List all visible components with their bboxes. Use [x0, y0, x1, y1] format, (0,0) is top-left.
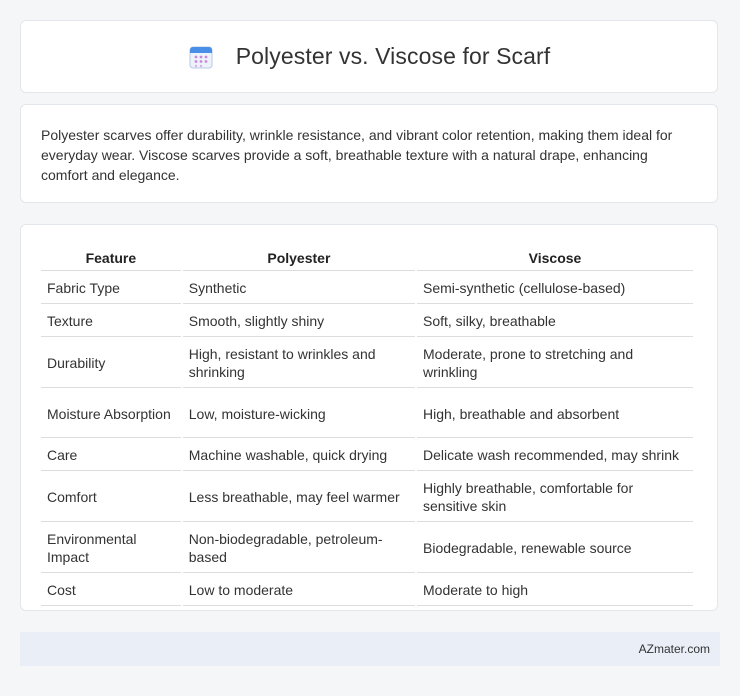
- polyester-cell: Low, moisture-wicking: [182, 390, 415, 438]
- table-row: Moisture Absorption Low, moisture-wickin…: [41, 390, 693, 438]
- polyester-cell: Smooth, slightly shiny: [182, 306, 415, 337]
- page-title: Polyester vs. Viscose for Scarf: [235, 43, 551, 69]
- footer: AZmater.com: [20, 632, 720, 666]
- intro-paragraph: Polyester scarves offer durability, wrin…: [41, 127, 673, 183]
- polyester-cell: High, resistant to wrinkles and shrinkin…: [182, 339, 415, 388]
- feature-cell: Cost: [41, 575, 181, 606]
- viscose-cell: Delicate wash recommended, may shrink: [417, 440, 693, 471]
- viscose-cell: Soft, silky, breathable: [417, 306, 693, 337]
- table-row: Environmental Impact Non-biodegradable, …: [41, 524, 693, 573]
- feature-cell: Texture: [41, 306, 181, 337]
- header-feature: Feature: [41, 246, 181, 271]
- viscose-cell: Moderate to high: [417, 575, 693, 606]
- feature-cell: Fabric Type: [41, 273, 181, 304]
- feature-cell: Moisture Absorption: [41, 390, 181, 438]
- polyester-cell: Low to moderate: [182, 575, 415, 606]
- viscose-cell: Highly breathable, comfortable for sensi…: [417, 473, 693, 522]
- comparison-card: Feature Polyester Viscose Fabric Type Sy…: [20, 224, 718, 611]
- viscose-cell: Biodegradable, renewable source: [417, 524, 693, 573]
- feature-cell: Environmental Impact: [41, 524, 181, 573]
- table-header-row: Feature Polyester Viscose: [41, 246, 693, 271]
- calendar-icon: [188, 44, 214, 70]
- table-row: Care Machine washable, quick drying Deli…: [41, 440, 693, 471]
- polyester-cell: Non-biodegradable, petroleum-based: [182, 524, 415, 573]
- viscose-cell: High, breathable and absorbent: [417, 390, 693, 438]
- feature-cell: Care: [41, 440, 181, 471]
- polyester-cell: Machine washable, quick drying: [182, 440, 415, 471]
- table-row: Comfort Less breathable, may feel warmer…: [41, 473, 693, 522]
- table-row: Texture Smooth, slightly shiny Soft, sil…: [41, 306, 693, 337]
- header-polyester: Polyester: [182, 246, 415, 271]
- table-row: Durability High, resistant to wrinkles a…: [41, 339, 693, 388]
- header-viscose: Viscose: [417, 246, 693, 271]
- viscose-cell: Semi-synthetic (cellulose-based): [417, 273, 693, 304]
- polyester-cell: Synthetic: [182, 273, 415, 304]
- polyester-cell: Less breathable, may feel warmer: [182, 473, 415, 522]
- feature-cell: Durability: [41, 339, 181, 388]
- footer-site-name: AZmater.com: [638, 642, 710, 656]
- intro-card: Polyester scarves offer durability, wrin…: [20, 104, 718, 203]
- table-row: Fabric Type Synthetic Semi-synthetic (ce…: [41, 273, 693, 304]
- viscose-cell: Moderate, prone to stretching and wrinkl…: [417, 339, 693, 388]
- title-wrap: Polyester vs. Viscose for Scarf: [188, 43, 551, 70]
- title-card: Polyester vs. Viscose for Scarf: [20, 20, 718, 93]
- comparison-table: Feature Polyester Viscose Fabric Type Sy…: [39, 244, 695, 608]
- table-row: Cost Low to moderate Moderate to high: [41, 575, 693, 606]
- feature-cell: Comfort: [41, 473, 181, 522]
